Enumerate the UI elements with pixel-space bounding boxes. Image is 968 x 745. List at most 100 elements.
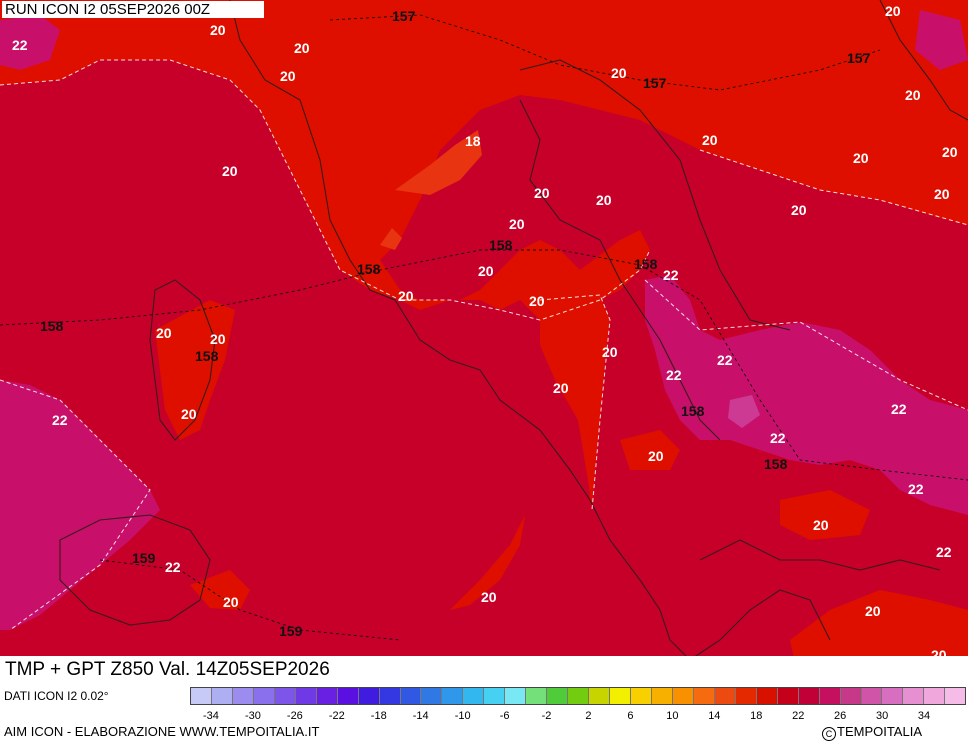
- gpt-label: 159: [132, 550, 156, 566]
- temp-label: 20: [648, 448, 664, 464]
- temperature-colorbar: [190, 687, 966, 705]
- colorbar-tick-label: -10: [454, 710, 471, 722]
- temp-label: 20: [478, 263, 494, 279]
- colorbar-swatch: [211, 688, 233, 704]
- colorbar-tick-label: -30: [244, 710, 261, 722]
- colorbar-swatch: [735, 688, 757, 704]
- colorbar-swatch: [945, 688, 966, 704]
- colorbar-swatch: [442, 688, 464, 704]
- data-source-label: DATI ICON I2 0.02°: [4, 689, 109, 703]
- colorbar-tick-label: 14: [708, 710, 721, 722]
- map-canvas: 22 20 20 20 20 20 20 20 20 20 18 20 20 2…: [0, 0, 968, 685]
- temp-label: 20: [210, 331, 226, 347]
- colorbar-swatch: [463, 688, 485, 704]
- copyright-text: TEMPOITALIA: [837, 724, 922, 739]
- temp-label: 20: [223, 594, 239, 610]
- temp-label: 20: [942, 144, 958, 160]
- copyright-icon: C: [822, 727, 836, 741]
- temp-label: 22: [52, 412, 68, 428]
- colorbar-tick-label: -6: [499, 710, 510, 722]
- colorbar-swatch: [756, 688, 778, 704]
- credits-text: AIM ICON - ELABORAZIONE WWW.TEMPOITALIA.…: [4, 724, 320, 739]
- colorbar-swatch: [610, 688, 632, 704]
- gpt-label: 159: [279, 623, 303, 639]
- colorbar-tick-label: -26: [286, 710, 303, 722]
- gpt-label: 158: [681, 403, 705, 419]
- colorbar-swatch: [295, 688, 317, 704]
- colorbar-tick-label: 26: [834, 710, 847, 722]
- gpt-label: 157: [847, 50, 871, 66]
- gpt-label: 158: [489, 237, 513, 253]
- colorbar-swatch: [693, 688, 715, 704]
- field-title: TMP + GPT Z850 Val. 14Z05SEP2026: [2, 656, 414, 683]
- colorbar-swatch: [505, 688, 527, 704]
- colorbar-tick-label: 22: [792, 710, 805, 722]
- colorbar-tick-label: -22: [328, 710, 345, 722]
- colorbar-swatch: [400, 688, 422, 704]
- colorbar-tick-label: 2: [585, 710, 592, 722]
- temp-label: 20: [602, 344, 618, 360]
- colorbar-tick-label: -14: [412, 710, 429, 722]
- colorbar-swatch: [672, 688, 694, 704]
- temp-label: 22: [717, 352, 733, 368]
- colorbar-swatch: [379, 688, 401, 704]
- temp-label: 20: [885, 3, 901, 19]
- colorbar-swatch: [253, 688, 275, 704]
- colorbar-swatch: [651, 688, 673, 704]
- run-label: RUN ICON I2 05SEP2026 00Z: [2, 1, 264, 18]
- temp-label: 22: [12, 37, 28, 53]
- temp-label: 20: [791, 202, 807, 218]
- colorbar-swatch: [819, 688, 841, 704]
- colorbar-tick-label: 30: [875, 710, 889, 722]
- temp-label: 20: [934, 186, 950, 202]
- temp-label: 20: [611, 65, 627, 81]
- colorbar-swatch: [421, 688, 443, 704]
- colorbar-tick-label: 18: [750, 710, 763, 722]
- temp-label: 18: [465, 133, 481, 149]
- colorbar-swatch: [358, 688, 380, 704]
- colorbar-swatch: [714, 688, 736, 704]
- colorbar-swatch: [274, 688, 296, 704]
- colorbar-swatch: [547, 688, 569, 704]
- copyright: C TEMPOITALIA: [822, 724, 922, 741]
- colorbar-swatch: [882, 688, 904, 704]
- colorbar-tick-label: 10: [666, 710, 679, 722]
- temp-label: 20: [156, 325, 172, 341]
- temp-label: 22: [891, 401, 907, 417]
- temp-label: 22: [770, 430, 786, 446]
- colorbar-swatch: [840, 688, 862, 704]
- temp-label: 22: [936, 544, 952, 560]
- colorbar-swatch: [861, 688, 883, 704]
- temp-label: 20: [813, 517, 829, 533]
- footer: TMP + GPT Z850 Val. 14Z05SEP2026 DATI IC…: [0, 656, 968, 745]
- temp-label: 20: [702, 132, 718, 148]
- temp-label: 20: [398, 288, 414, 304]
- colorbar-swatch: [631, 688, 652, 704]
- colorbar-tick-label: -2: [541, 710, 552, 722]
- temp-label: 20: [210, 22, 226, 38]
- temp-label: 20: [865, 603, 881, 619]
- temp-label: 20: [534, 185, 550, 201]
- colorbar-swatch: [526, 688, 548, 704]
- gpt-label: 158: [764, 456, 788, 472]
- colorbar-swatch: [903, 688, 925, 704]
- colorbar-tick-label: 6: [627, 710, 634, 722]
- temp-label: 22: [165, 559, 181, 575]
- colorbar-tick-label: -34: [203, 710, 219, 722]
- colorbar-tick-label: 34: [917, 710, 931, 722]
- colorbar-swatch: [191, 688, 212, 704]
- colorbar-swatch: [924, 688, 946, 704]
- temp-label: 20: [294, 40, 310, 56]
- temp-label: 20: [529, 293, 545, 309]
- colorbar-swatch: [589, 688, 611, 704]
- colorbar-swatch: [337, 688, 359, 704]
- temp-label: 20: [481, 589, 497, 605]
- temp-label: 22: [666, 367, 682, 383]
- colorbar-swatch: [484, 688, 506, 704]
- temp-label: 20: [905, 87, 921, 103]
- colorbar-tick-labels: -34 -30 -26 -22 -18 -14 -10 -6 -2 2 6 10 14 18 22 26 30 3…: [190, 710, 966, 724]
- temp-label: 20: [853, 150, 869, 166]
- temp-label: 22: [908, 481, 924, 497]
- colorbar-swatch: [798, 688, 820, 704]
- colorbar-tick-label: -18: [370, 710, 387, 722]
